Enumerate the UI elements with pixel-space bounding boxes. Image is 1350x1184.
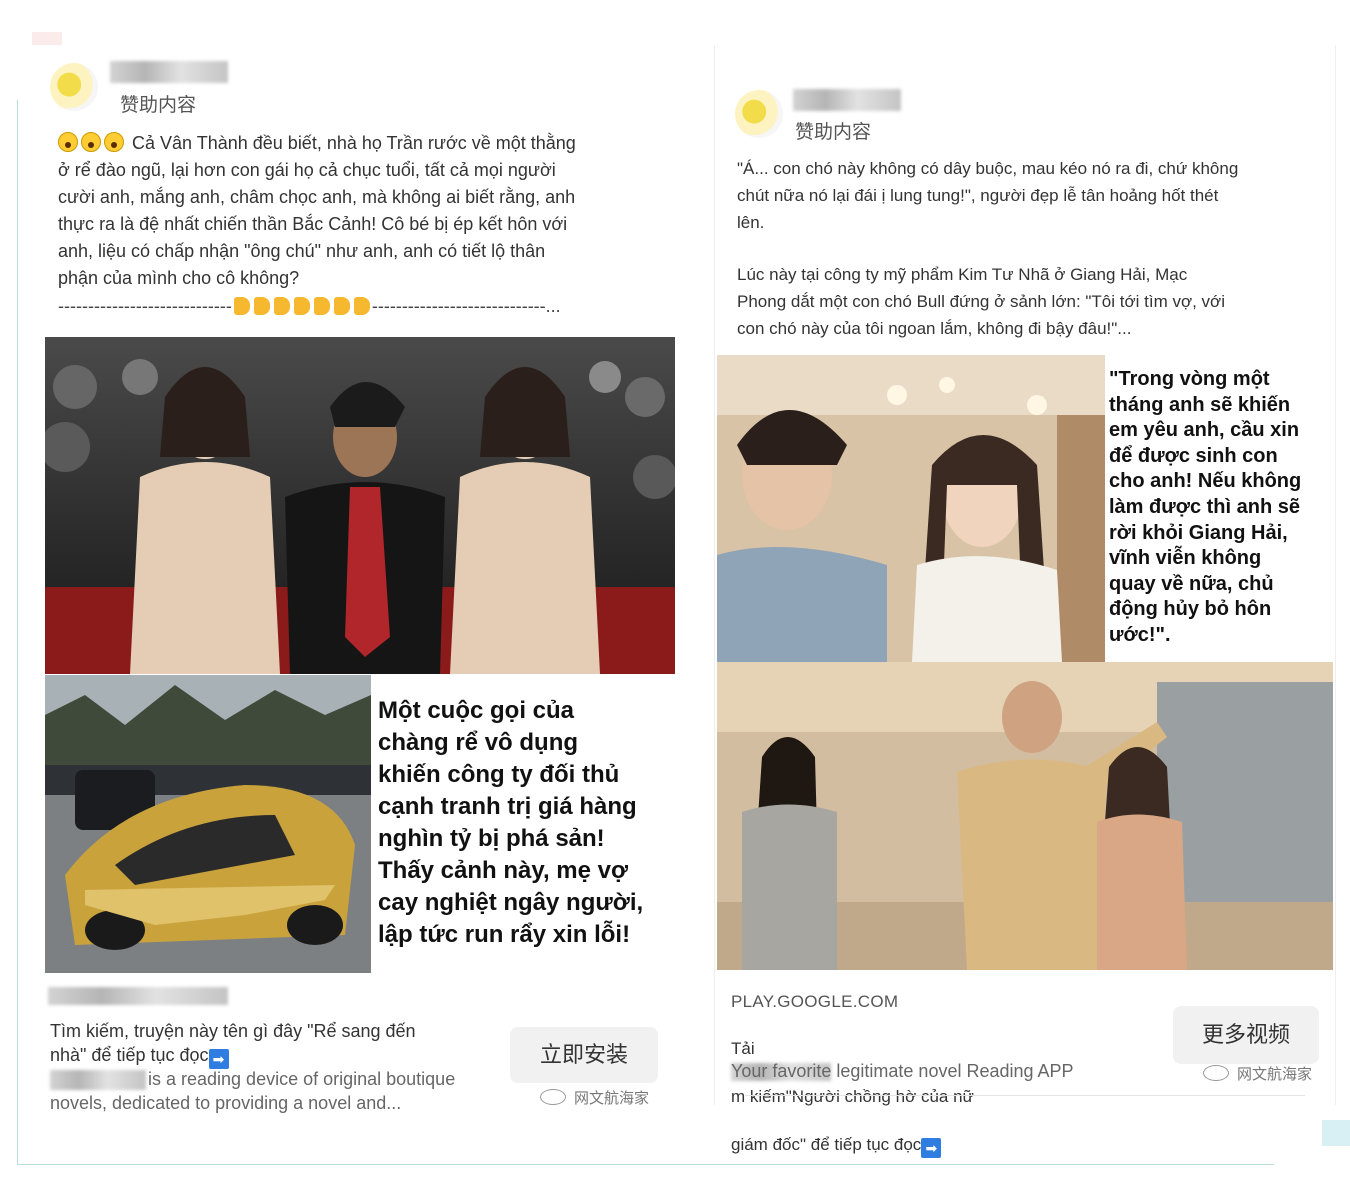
footer-url: PLAY.GOOGLE.COM xyxy=(731,992,899,1011)
avatar[interactable] xyxy=(735,90,783,138)
wechat-watermark-icon xyxy=(540,1089,566,1105)
sponsored-label: 赞助内容 xyxy=(120,95,197,116)
footer-desc-line-1: is a reading device of original boutique xyxy=(148,1069,456,1089)
ad-photo-gold-car[interactable] xyxy=(45,675,371,973)
dashes-right: -----------------------------... xyxy=(371,296,561,316)
footer-title[interactable]: Tìm kiếm, truyện này tên gì đây "Rể sang… xyxy=(50,1019,500,1069)
pointing-hand-icon xyxy=(333,297,350,315)
right-arrow-icon: ➡ xyxy=(921,1138,942,1158)
pointing-hand-icon xyxy=(293,297,310,315)
ad-photo-lobby[interactable] xyxy=(717,662,1333,970)
ad-card-right[interactable]: 赞助内容 "Á... con chó này không có dây buộc… xyxy=(714,45,1336,1158)
watermark-text: 网文航海家 xyxy=(574,1090,650,1107)
blurred-advertiser-name[interactable] xyxy=(793,89,901,111)
decorative-corner xyxy=(1322,1120,1350,1146)
wechat-watermark-icon xyxy=(1203,1065,1229,1081)
pointing-hand-icon xyxy=(353,297,370,315)
ad-text: Cả Vân Thành đều biết, nhà họ Trần rước … xyxy=(58,130,668,292)
more-videos-button[interactable]: 更多视频 xyxy=(1173,1006,1319,1064)
image-caption: "Trong vòng một tháng anh sẽ khiến em yê… xyxy=(1109,368,1302,646)
ad-photo-wedding[interactable] xyxy=(45,337,675,674)
pointing-hand-icon xyxy=(233,297,250,315)
footer-divider xyxy=(745,1095,1305,1096)
footer-desc-line-2: novels, dedicated to providing a novel a… xyxy=(50,1093,402,1113)
scream-emoji-icon xyxy=(58,132,78,152)
scream-emoji-icon xyxy=(81,132,101,152)
sponsored-label: 赞助内容 xyxy=(795,122,872,143)
watermark: 网文航海家 xyxy=(1203,1063,1312,1084)
ad-text-part-2: Lúc này tại công ty mỹ phẩm Kim Tư Nhã ở… xyxy=(737,265,1225,338)
right-arrow-icon: ➡ xyxy=(208,1049,229,1069)
footer-title-part-c: giám đốc" để tiếp tục đọc xyxy=(731,1135,922,1154)
blurred-advertiser-name[interactable] xyxy=(110,61,228,83)
ad-text-body: Cả Vân Thành đều biết, nhà họ Trần rước … xyxy=(58,133,576,288)
pointing-hand-icon xyxy=(313,297,330,315)
blurred-app-name-2 xyxy=(50,1070,146,1090)
watermark: 网文航海家 xyxy=(540,1087,649,1108)
footer-desc: Your favorite legitimate novel Reading A… xyxy=(731,1061,1074,1081)
ad-card-left[interactable]: 赞助内容 Cả Vân Thành đều biết, nhà họ Trần … xyxy=(18,45,678,1125)
ad-photo-couple[interactable] xyxy=(717,355,1105,662)
scream-emoji-icon xyxy=(104,132,124,152)
pointing-hand-icon xyxy=(253,297,270,315)
footer-title-part-b: m kiếm"Người chồng hờ của nữ xyxy=(731,1087,974,1106)
footer-title-text: Tìm kiếm, truyện này tên gì đây "Rể sang… xyxy=(50,1021,416,1065)
avatar[interactable] xyxy=(50,63,98,111)
watermark-text: 网文航海家 xyxy=(1237,1066,1313,1083)
image-caption: Một cuộc gọi của chàng rể vô dụng khiến … xyxy=(378,697,644,948)
ad-text-part-1: "Á... con chó này không có dây buộc, mau… xyxy=(737,159,1239,232)
footer-title-part-a: Tải xyxy=(731,1039,755,1058)
dashes-left: ----------------------------- xyxy=(58,296,232,316)
blurred-app-name xyxy=(48,987,228,1005)
pointing-hand-icon xyxy=(273,297,290,315)
footer-title[interactable]: Tải m kiếm"Người chồng hờ của nữ giám đố… xyxy=(731,1013,1171,1158)
separator-dashes: ----------------------------- -----------… xyxy=(58,296,561,317)
install-button[interactable]: 立即安装 xyxy=(510,1027,658,1083)
